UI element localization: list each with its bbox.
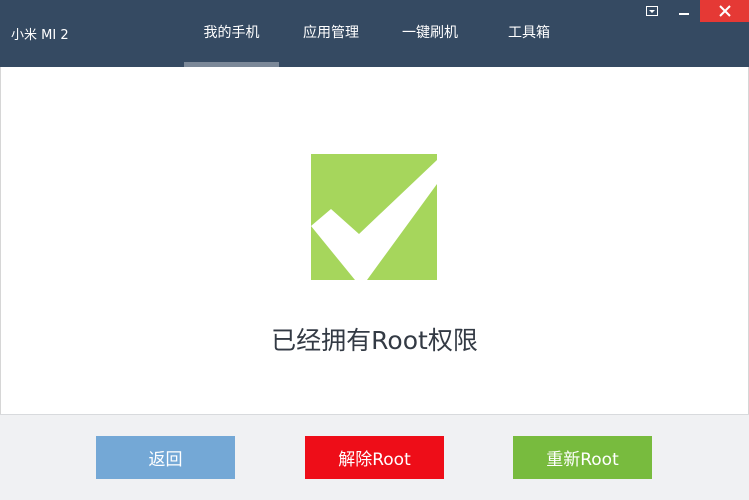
window-menu-button[interactable] — [640, 0, 664, 22]
title-bar: 小米 MI 2 我的手机 应用管理 一键刷机 工具箱 — [0, 0, 749, 67]
minimize-icon — [679, 13, 689, 15]
dropdown-menu-icon — [646, 6, 658, 16]
minimize-button[interactable] — [672, 0, 696, 22]
tab-app-management[interactable]: 应用管理 — [285, 0, 377, 67]
root-status-text: 已经拥有Root权限 — [271, 326, 478, 355]
tab-my-phone[interactable]: 我的手机 — [184, 0, 279, 67]
close-icon — [718, 5, 731, 17]
tab-toolbox[interactable]: 工具箱 — [483, 0, 575, 67]
device-name: 小米 MI 2 — [11, 28, 69, 43]
tab-label: 一键刷机 — [402, 24, 458, 41]
tab-label: 应用管理 — [303, 24, 359, 41]
tab-label: 工具箱 — [508, 24, 550, 41]
unroot-button[interactable]: 解除Root — [305, 436, 444, 479]
back-button[interactable]: 返回 — [96, 436, 235, 479]
tab-label: 我的手机 — [203, 24, 260, 41]
close-button[interactable] — [700, 0, 749, 22]
tab-one-click-flash[interactable]: 一键刷机 — [384, 0, 476, 67]
check-icon — [311, 154, 437, 280]
reroot-button[interactable]: 重新Root — [513, 436, 652, 479]
